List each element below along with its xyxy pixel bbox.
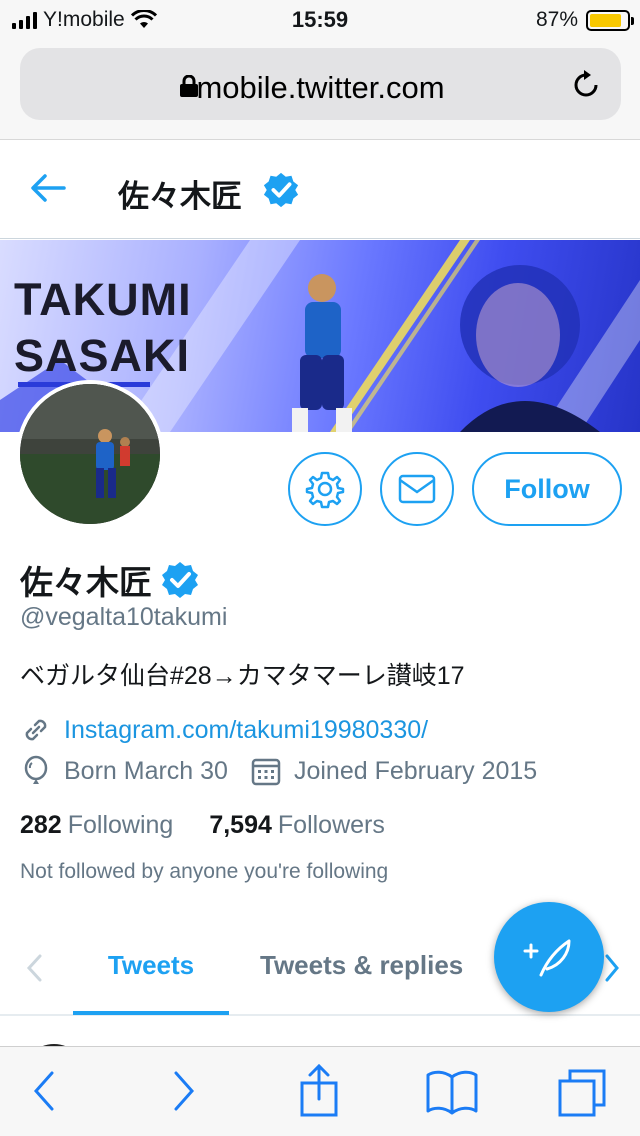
back-arrow-icon[interactable] xyxy=(30,173,66,203)
battery-percent: 87% xyxy=(535,8,578,31)
profile-meta-row: Born March 30 Joined February 2015 xyxy=(20,755,537,787)
active-tab-indicator xyxy=(73,1011,229,1015)
back-icon[interactable] xyxy=(30,1069,58,1113)
joined-item: Joined February 2015 xyxy=(250,755,537,787)
banner-name: TAKUMI SASAKI xyxy=(14,272,192,384)
compose-feather-icon xyxy=(523,939,571,977)
gear-icon xyxy=(305,471,345,509)
tab-tweets-and-replies[interactable]: Tweets & replies xyxy=(260,950,463,981)
share-icon[interactable] xyxy=(298,1063,340,1117)
verified-badge-icon xyxy=(263,172,299,208)
following-stat[interactable]: 282 Following xyxy=(20,811,173,840)
followed-by-info: Not followed by anyone you're following xyxy=(20,860,389,883)
profile-stats: 282 Following 7,594 Followers xyxy=(20,811,385,840)
followers-count: 7,594 xyxy=(209,811,272,839)
balloon-icon xyxy=(24,755,48,784)
compose-tweet-button[interactable] xyxy=(494,902,604,1012)
avatar-photo xyxy=(20,384,160,524)
link-icon xyxy=(25,719,47,741)
avatar[interactable] xyxy=(16,380,164,528)
reload-icon[interactable] xyxy=(569,68,603,102)
followers-label: Followers xyxy=(277,811,385,839)
profile-website-link[interactable]: Instagram.com/takumi19980330/ xyxy=(64,716,428,745)
battery-icon xyxy=(586,9,634,31)
following-count: 282 xyxy=(20,811,62,839)
profile-bio: ベガルタ仙台#28→カマタマーレ讃岐17 xyxy=(20,662,465,690)
followers-stat[interactable]: 7,594 Followers xyxy=(209,811,385,840)
birthday-text: Born March 30 xyxy=(64,756,228,785)
calendar-icon xyxy=(251,758,281,786)
banner-line-1: TAKUMI xyxy=(14,274,192,325)
profile-header: 佐々木匠 xyxy=(0,141,640,239)
envelope-icon xyxy=(398,474,436,504)
feed-peek xyxy=(0,1018,640,1108)
status-bar: Y!mobile 15:59 87% xyxy=(0,0,640,40)
tabs-icon[interactable] xyxy=(556,1069,608,1119)
browser-chrome: mobile.twitter.com xyxy=(0,40,640,140)
joined-text: Joined February 2015 xyxy=(293,756,538,785)
tab-tweets[interactable]: Tweets xyxy=(73,950,229,981)
chevron-left-icon[interactable] xyxy=(22,950,46,986)
status-right: 87% xyxy=(535,8,634,32)
banner-line-2: SASAKI xyxy=(14,330,191,381)
forward-icon[interactable] xyxy=(170,1069,198,1113)
message-button[interactable] xyxy=(380,452,454,526)
birthday-item: Born March 30 xyxy=(20,755,228,787)
header-title: 佐々木匠 xyxy=(118,179,242,214)
settings-button[interactable] xyxy=(288,452,362,526)
following-label: Following xyxy=(67,811,174,839)
bookmarks-icon[interactable] xyxy=(426,1069,478,1115)
follow-button[interactable]: Follow xyxy=(472,452,622,526)
browser-toolbar xyxy=(0,1046,640,1136)
url-text: mobile.twitter.com xyxy=(196,70,445,105)
address-bar[interactable]: mobile.twitter.com xyxy=(20,48,621,120)
profile-handle: @vegalta10takumi xyxy=(20,603,228,631)
profile-name: 佐々木匠 xyxy=(20,564,152,601)
chevron-right-icon[interactable] xyxy=(602,950,622,986)
verified-badge-icon xyxy=(162,562,198,598)
profile-link-row: Instagram.com/takumi19980330/ xyxy=(20,714,428,746)
